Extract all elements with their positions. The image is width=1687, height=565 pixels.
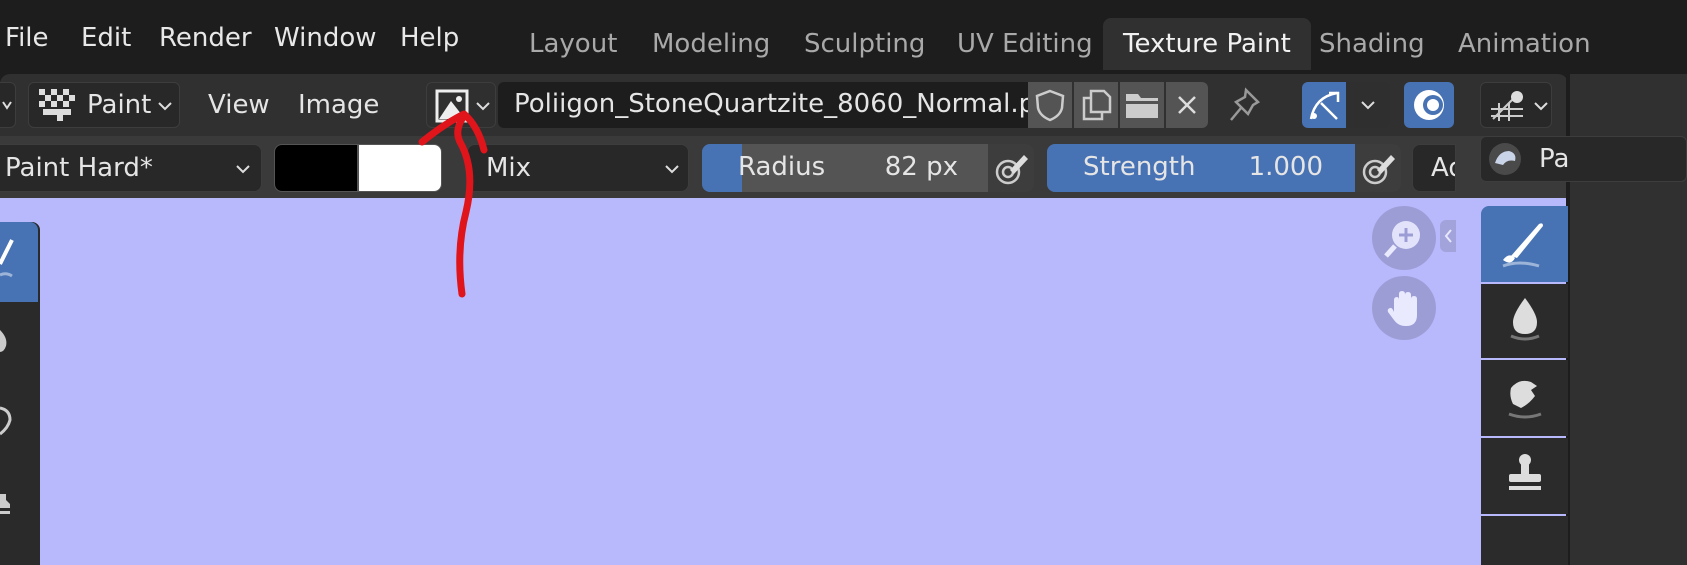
- overlay-button[interactable]: [1404, 82, 1454, 128]
- drop-icon: [1510, 298, 1540, 341]
- menu-image[interactable]: Image: [298, 82, 379, 128]
- panel-tool-draw[interactable]: [1481, 206, 1568, 282]
- radius-label: Radius: [738, 152, 826, 182]
- image-name-text: Poliigon_StoneQuartzite_8060_Normal.png: [514, 89, 1069, 119]
- menu-render[interactable]: Render: [159, 16, 252, 60]
- chevron-down-icon: [158, 102, 172, 111]
- image-canvas[interactable]: [40, 198, 1567, 565]
- smear-icon: [1508, 380, 1542, 419]
- radius-pressure-button[interactable]: [988, 144, 1034, 192]
- tool-clone[interactable]: [0, 462, 38, 542]
- tab-uv-editing[interactable]: UV Editing: [937, 18, 1113, 70]
- gizmo-icon: [1491, 91, 1523, 121]
- annotation-arrow: [418, 110, 488, 298]
- pressure-pen-icon: [1362, 155, 1395, 185]
- tab-layout[interactable]: Layout: [509, 18, 637, 70]
- left-toolbar: [0, 222, 40, 565]
- smear-icon: [0, 406, 12, 436]
- brush-selector[interactable]: Paint Hard*: [0, 144, 262, 192]
- strength-label: Strength: [1083, 152, 1196, 182]
- tab-texture-paint[interactable]: Texture Paint: [1103, 18, 1311, 70]
- brush-asset-selector[interactable]: Pa: [1480, 136, 1687, 182]
- duplicate-icon: [1082, 89, 1112, 121]
- image-name-field[interactable]: Poliigon_StoneQuartzite_8060_Normal.png: [498, 82, 1068, 128]
- pin-icon: [1230, 87, 1261, 121]
- primary-color-swatch[interactable]: [274, 144, 358, 192]
- gizmo-dropdown[interactable]: [1480, 82, 1552, 128]
- chevron-down-icon: [236, 165, 250, 174]
- next-setting-field[interactable]: Ad: [1412, 144, 1456, 192]
- tab-animation[interactable]: Animation: [1438, 18, 1611, 70]
- chevron-down-icon: [665, 165, 679, 174]
- tab-shading[interactable]: Shading: [1299, 18, 1445, 70]
- brush-icon: [0, 239, 14, 265]
- panel-tool-soften[interactable]: [1481, 284, 1568, 358]
- brush-stroke-icon: [0, 272, 13, 278]
- uv-sculpt-button[interactable]: [1302, 82, 1346, 128]
- tool-draw[interactable]: [0, 222, 38, 302]
- shield-fake-user-icon: [1035, 89, 1065, 122]
- brush-icon: [1502, 223, 1543, 268]
- uv-curve-icon: [1309, 91, 1340, 120]
- editor-type-dropdown[interactable]: [0, 82, 16, 128]
- zoom-gizmo[interactable]: [1372, 206, 1436, 270]
- mode-label: Paint: [87, 90, 152, 120]
- menu-window[interactable]: Window: [274, 16, 377, 60]
- brush-asset-label: Pa: [1539, 144, 1570, 174]
- radius-value: 82 px: [884, 152, 958, 182]
- chevron-down-icon: [1361, 101, 1375, 110]
- strength-slider[interactable]: Strength 1.000: [1047, 144, 1355, 192]
- drop-icon: [0, 330, 7, 352]
- tab-modeling[interactable]: Modeling: [632, 18, 790, 70]
- tool-smear[interactable]: [0, 382, 38, 462]
- pan-gizmo[interactable]: [1372, 276, 1436, 340]
- panel-tool-clone[interactable]: [1481, 438, 1568, 514]
- checker-paint-icon: [39, 89, 75, 121]
- mode-dropdown[interactable]: Paint: [28, 82, 180, 128]
- strength-pressure-button[interactable]: [1355, 144, 1401, 192]
- open-folder-icon: [1126, 94, 1158, 118]
- brush-name: Paint Hard*: [5, 153, 153, 183]
- tab-sculpting[interactable]: Sculpting: [784, 18, 945, 70]
- fake-user-button[interactable]: [1028, 82, 1072, 128]
- open-image-button[interactable]: [1120, 82, 1164, 128]
- brush-preview-icon: [1489, 143, 1521, 175]
- unlink-image-button[interactable]: [1166, 82, 1208, 128]
- panel-tool-smear[interactable]: [1481, 360, 1568, 436]
- stamp-icon: [1509, 454, 1541, 490]
- sidebar-toggle[interactable]: [1440, 220, 1456, 252]
- menu-view[interactable]: View: [208, 82, 270, 128]
- zoom-in-icon: [1384, 221, 1420, 258]
- menu-edit[interactable]: Edit: [81, 16, 131, 60]
- chevron-down-icon: [1534, 102, 1548, 111]
- overlay-icon: [1414, 90, 1444, 120]
- panel-tool-fill[interactable]: [1481, 516, 1568, 565]
- chevron-down-icon: [2, 101, 12, 110]
- pan-hand-icon: [1387, 291, 1417, 326]
- chevron-left-icon: [1444, 229, 1452, 243]
- tool-soften[interactable]: [0, 302, 38, 382]
- uv-options-dropdown[interactable]: [1346, 82, 1390, 128]
- pressure-pen-icon: [995, 155, 1028, 185]
- menu-file[interactable]: File: [5, 16, 49, 60]
- stamp-icon: [0, 494, 10, 514]
- radius-slider[interactable]: Radius 82 px: [702, 144, 988, 192]
- menu-help[interactable]: Help: [400, 16, 459, 60]
- pin-button[interactable]: [1222, 82, 1266, 128]
- top-menu-bar: File Edit Render Window Help Layout Mode…: [0, 0, 1687, 74]
- duplicate-image-button[interactable]: [1074, 82, 1118, 128]
- next-setting-label: Ad: [1431, 153, 1455, 183]
- strength-value: 1.000: [1248, 152, 1323, 182]
- radius-slider-fill: [702, 144, 743, 192]
- close-icon: [1178, 96, 1196, 114]
